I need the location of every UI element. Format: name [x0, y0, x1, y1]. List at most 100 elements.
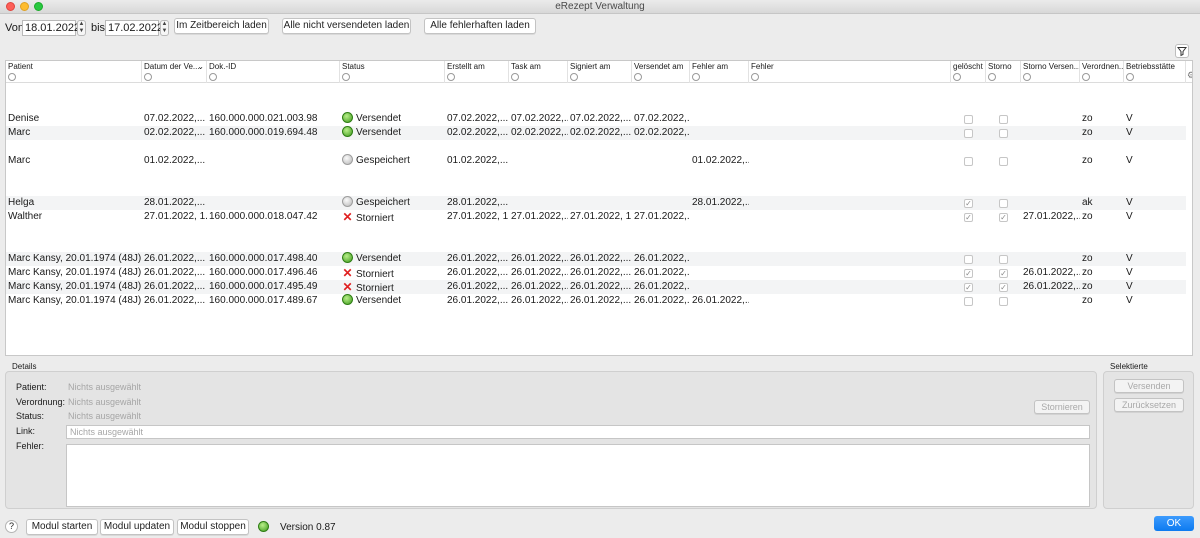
link-field[interactable]: Nichts ausgewählt [66, 425, 1090, 439]
datum-cell: 26.01.2022,... [144, 253, 206, 264]
cancel-prescription-button[interactable]: Stornieren [1034, 400, 1090, 414]
table-row[interactable]: Marc Kansy, 20.01.1974 (48J) 26.01.2022,.… [6, 252, 1186, 266]
filter-button[interactable] [1175, 44, 1189, 58]
table-row[interactable]: Marc 02.02.2022,... 160.000.000.019.694.48… [6, 126, 1186, 140]
deleted-checkbox[interactable]: ✓ [964, 213, 973, 222]
minimize-window-icon[interactable] [20, 2, 29, 11]
storno-checkbox[interactable] [999, 157, 1008, 166]
column-header-14[interactable]: Betriebsstätte [1124, 61, 1186, 83]
column-filter-icon[interactable] [570, 73, 578, 81]
deleted-checkbox[interactable]: ✓ [964, 199, 973, 208]
column-settings-gear-icon[interactable]: ⚙ [1187, 70, 1192, 81]
table-row[interactable]: Marc Kansy, 20.01.1974 (48J) 26.01.2022,.… [6, 294, 1186, 308]
column-filter-icon[interactable] [511, 73, 519, 81]
column-filter-icon[interactable] [8, 73, 16, 81]
to-date-field[interactable]: 17.02.2022 [105, 20, 163, 36]
deleted-checkbox[interactable]: ✓ [964, 283, 973, 292]
column-header-0[interactable]: Patient [6, 61, 142, 83]
fehler-cell [749, 126, 951, 140]
status-text: Versendet [356, 113, 402, 124]
detail-status-value: Nichts ausgewählt [68, 411, 142, 421]
betrieb-cell: V [1126, 253, 1133, 264]
column-filter-icon[interactable] [1126, 73, 1134, 81]
table-scrollbar[interactable] [1192, 85, 1193, 347]
erstellt-cell: 01.02.2022,... [447, 155, 509, 166]
storno-checkbox[interactable] [999, 115, 1008, 124]
column-filter-icon[interactable] [1023, 73, 1031, 81]
column-filter-icon[interactable] [634, 73, 642, 81]
table-row[interactable]: Walther 27.01.2022, 1... 160.000.000.018.0… [6, 210, 1186, 224]
column-header-2[interactable]: Dok.-ID [207, 61, 340, 83]
load-errors-button[interactable]: Alle fehlerhaften laden [424, 18, 536, 34]
storno-checkbox[interactable] [999, 129, 1008, 138]
deleted-checkbox[interactable] [964, 255, 973, 264]
status-cell: Gespeichert [340, 154, 445, 168]
module-stop-button[interactable]: Modul stoppen [177, 519, 249, 535]
module-update-button[interactable]: Modul updaten [100, 519, 174, 535]
column-header-3[interactable]: Status [340, 61, 445, 83]
column-filter-icon[interactable] [988, 73, 996, 81]
column-header-1[interactable]: Datum der Ve... ⌄ [142, 61, 207, 83]
column-header-13[interactable]: Verordnen... [1080, 61, 1124, 83]
status-cell: Gespeichert [340, 196, 445, 210]
saved-status-icon [342, 196, 353, 207]
table-row[interactable]: Marc Kansy, 20.01.1974 (48J) 26.01.2022,.… [6, 280, 1186, 294]
table-row[interactable]: Marc Kansy, 20.01.1974 (48J) 26.01.2022,.… [6, 266, 1186, 280]
close-window-icon[interactable] [6, 2, 15, 11]
help-icon[interactable]: ? [5, 520, 18, 533]
column-filter-icon[interactable] [144, 73, 152, 81]
deleted-checkbox[interactable] [964, 129, 973, 138]
load-range-button[interactable]: Im Zeitbereich laden [174, 18, 269, 34]
storno-checkbox[interactable]: ✓ [999, 269, 1008, 278]
column-header-11[interactable]: Storno [986, 61, 1021, 83]
table-row[interactable]: Helga 28.01.2022,... Gespeichert 28.01.2022… [6, 196, 1186, 210]
table-row[interactable]: Marc 01.02.2022,... Gespeichert 01.02.2022,… [6, 154, 1186, 168]
column-header-9[interactable]: Fehler [749, 61, 951, 83]
column-header-10[interactable]: gelöscht [951, 61, 986, 83]
send-selected-button[interactable]: Versenden [1114, 379, 1184, 393]
fehler_am-cell [690, 210, 749, 224]
column-filter-icon[interactable] [209, 73, 217, 81]
module-status-icon [258, 521, 269, 532]
reset-selected-button[interactable]: Zurücksetzen [1114, 398, 1184, 412]
storno-checkbox[interactable]: ✓ [999, 283, 1008, 292]
table-row[interactable]: Denise 07.02.2022,... 160.000.000.021.003.… [6, 112, 1186, 126]
load-unsent-button[interactable]: Alle nicht versendeten laden [282, 18, 411, 34]
sort-chevron-down-icon[interactable]: ⌄ [197, 62, 204, 71]
from-date-field[interactable]: 18.01.2022 [22, 20, 80, 36]
storno-checkbox[interactable] [999, 255, 1008, 264]
column-filter-icon[interactable] [447, 73, 455, 81]
column-filter-icon[interactable] [953, 73, 961, 81]
detail-verordnung-value: Nichts ausgewählt [68, 397, 142, 407]
fehler-cell [749, 196, 951, 210]
column-header-8[interactable]: Fehler am [690, 61, 749, 83]
to-date-stepper[interactable]: ▲ ▼ [160, 20, 169, 36]
cancelled-x-icon: ✕ [342, 266, 353, 280]
deleted-checkbox[interactable] [964, 115, 973, 124]
storno-checkbox[interactable] [999, 199, 1008, 208]
module-start-button[interactable]: Modul starten [26, 519, 98, 535]
column-header-5[interactable]: Task am [509, 61, 568, 83]
column-filter-icon[interactable] [1082, 73, 1090, 81]
status-cell: Versendet [340, 112, 445, 126]
column-header-7[interactable]: Versendet am [632, 61, 690, 83]
zoom-window-icon[interactable] [34, 2, 43, 11]
from-date-stepper[interactable]: ▲ ▼ [77, 20, 86, 36]
dok-cell: 160.000.000.017.496.46 [209, 267, 318, 278]
storno-checkbox[interactable] [999, 297, 1008, 306]
ok-button[interactable]: OK [1154, 516, 1194, 531]
column-filter-icon[interactable] [751, 73, 759, 81]
storno-checkbox[interactable]: ✓ [999, 213, 1008, 222]
deleted-checkbox[interactable]: ✓ [964, 269, 973, 278]
deleted-checkbox[interactable] [964, 157, 973, 166]
column-header-12[interactable]: Storno Versen... [1021, 61, 1080, 83]
error-textarea[interactable] [66, 444, 1090, 507]
column-header-4[interactable]: Erstellt am [445, 61, 509, 83]
column-header-label: Verordnen... [1082, 62, 1123, 71]
column-header-6[interactable]: Signiert am [568, 61, 632, 83]
column-filter-icon[interactable] [342, 73, 350, 81]
betrieb-cell: V [1126, 281, 1133, 292]
deleted-checkbox[interactable] [964, 297, 973, 306]
column-filter-icon[interactable] [692, 73, 700, 81]
versendet-cell: 26.01.2022,... [634, 295, 690, 306]
